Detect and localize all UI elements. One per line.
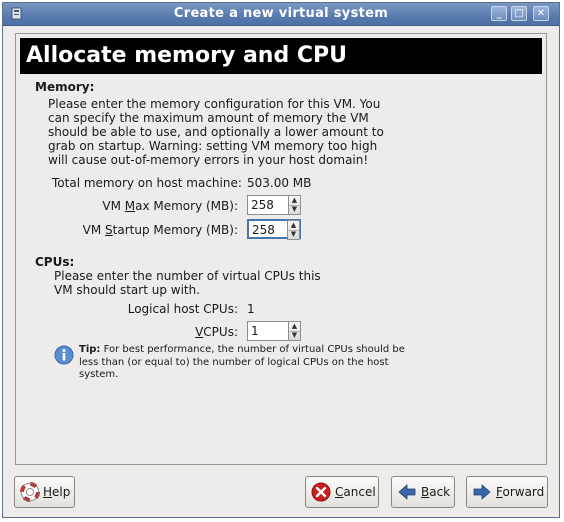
- help-button-mnemonic: H: [43, 485, 53, 499]
- max-memory-label: VM Max Memory (MB):: [102, 199, 238, 213]
- startup-memory-spinbox[interactable]: 258 ▲ ▼: [247, 219, 301, 240]
- max-memory-stepper[interactable]: ▲ ▼: [288, 195, 301, 215]
- startup-memory-stepper[interactable]: ▲ ▼: [287, 220, 300, 240]
- cpus-description: Please enter the number of virtual CPUs …: [54, 269, 321, 297]
- help-button[interactable]: Help: [14, 476, 75, 508]
- forward-button[interactable]: Forward: [466, 476, 548, 508]
- forward-arrow-icon: [473, 484, 491, 500]
- page-title: Allocate memory and CPU: [20, 38, 542, 74]
- max-memory-spinbox[interactable]: 258 ▲ ▼: [247, 195, 301, 215]
- vcpus-value[interactable]: 1: [251, 324, 259, 338]
- vcpus-stepper[interactable]: ▲ ▼: [288, 321, 301, 341]
- maximize-icon[interactable]: □: [511, 6, 527, 21]
- chevron-down-icon[interactable]: ▼: [289, 331, 300, 340]
- help-button-label: elp: [52, 485, 71, 499]
- logical-cpus-label: Logical host CPUs:: [127, 302, 238, 316]
- back-button[interactable]: Back: [391, 476, 455, 508]
- minimize-icon[interactable]: _: [491, 6, 507, 21]
- lifebuoy-icon: [20, 482, 40, 502]
- tip-text: Tip: For best performance, the number of…: [79, 344, 405, 380]
- close-icon[interactable]: ✕: [533, 6, 549, 21]
- window-title: Create a new virtual system: [173, 6, 389, 21]
- chevron-down-icon[interactable]: ▼: [288, 230, 299, 239]
- dialog-window: Create a new virtual system _ □ ✕ Alloca…: [2, 2, 560, 518]
- info-icon: [54, 345, 74, 365]
- cancel-button-label: ancel: [343, 485, 376, 499]
- forward-button-label: orward: [502, 485, 545, 499]
- startup-memory-value[interactable]: 258: [252, 223, 275, 237]
- cancel-button[interactable]: Cancel: [305, 476, 379, 508]
- title-bar[interactable]: Create a new virtual system _ □ ✕: [3, 3, 559, 26]
- max-memory-value[interactable]: 258: [251, 198, 274, 212]
- total-memory-value: 503.00 MB: [247, 176, 312, 190]
- total-memory-label: Total memory on host machine:: [52, 176, 242, 190]
- vcpus-spinbox[interactable]: 1 ▲ ▼: [247, 321, 301, 341]
- logical-cpus-value: 1: [247, 302, 255, 316]
- cancel-icon: [311, 482, 331, 502]
- memory-section-title: Memory:: [35, 80, 95, 94]
- content-panel: Allocate memory and CPU Memory: Please e…: [15, 33, 547, 465]
- cpus-section-title: CPUs:: [35, 255, 75, 269]
- vcpus-label: VCPUs:: [195, 325, 238, 339]
- memory-description: Please enter the memory configuration fo…: [48, 97, 384, 167]
- startup-memory-label: VM Startup Memory (MB):: [82, 223, 238, 237]
- back-button-label: ack: [429, 485, 451, 499]
- chevron-down-icon[interactable]: ▼: [289, 205, 300, 214]
- back-button-mnemonic: B: [421, 485, 430, 499]
- back-arrow-icon: [398, 484, 416, 500]
